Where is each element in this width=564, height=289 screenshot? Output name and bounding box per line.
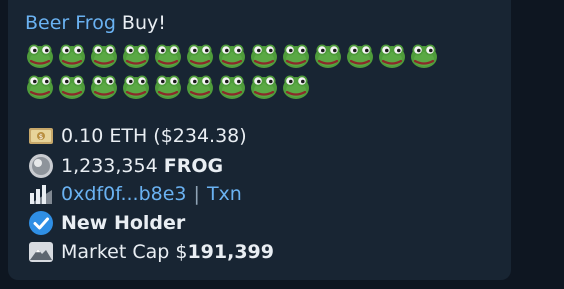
token-amount: 1,233,354 [61,155,158,177]
frog-emoji-icon [187,44,213,68]
frog-emoji-icon [283,44,309,68]
eth-amount-text: 0.10 ETH ($234.38) [61,125,247,147]
market-cap-value: 191,399 [187,241,274,263]
frog-emoji-icon [219,75,245,99]
svg-text:$: $ [39,133,43,141]
token-name-link[interactable]: Beer Frog [25,12,116,34]
frog-emoji-icon [219,44,245,68]
frog-emoji-icon [91,75,117,99]
market-cap-label: Market Cap $ [61,241,188,263]
buy-label: Buy! [115,12,166,34]
frog-emoji-icon [347,44,373,68]
market-cap-line: Market Cap $191,399 [27,238,274,266]
coin-icon [29,154,53,178]
frog-row [25,40,475,70]
frog-emoji-grid [25,40,475,102]
wallet-link[interactable]: 0xdf0f...b8e3 [61,183,187,205]
eth-amount-line: $ 0.10 ETH ($234.38) [27,122,247,150]
message-title: Beer Frog Buy! [25,11,166,35]
frog-emoji-icon [283,75,309,99]
frog-emoji-icon [251,44,277,68]
mountain-icon [29,242,53,262]
frog-emoji-icon [379,44,405,68]
frog-emoji-icon [251,75,277,99]
frog-emoji-icon [187,75,213,99]
frog-emoji-icon [123,75,149,99]
frog-emoji-icon [27,75,53,99]
txn-link[interactable]: Txn [207,183,242,205]
chart-logo-icon [30,185,52,204]
frog-emoji-icon [411,44,437,68]
new-holder-label: New Holder [61,212,186,234]
separator: | [193,183,200,205]
frog-emoji-icon [59,44,85,68]
token-symbol: FROG [163,155,224,177]
frog-emoji-icon [27,44,53,68]
token-amount-line: 1,233,354 FROG [27,152,223,180]
frog-emoji-icon [59,75,85,99]
frog-emoji-icon [315,44,341,68]
frog-emoji-icon [123,44,149,68]
frog-row [25,71,475,101]
wallet-line: 0xdf0f...b8e3 | Txn [27,180,242,208]
money-icon: $ [29,128,53,144]
new-holder-line: New Holder [27,209,185,237]
frog-emoji-icon [155,44,181,68]
frog-emoji-icon [155,75,181,99]
check-icon [29,211,53,235]
frog-emoji-icon [91,44,117,68]
